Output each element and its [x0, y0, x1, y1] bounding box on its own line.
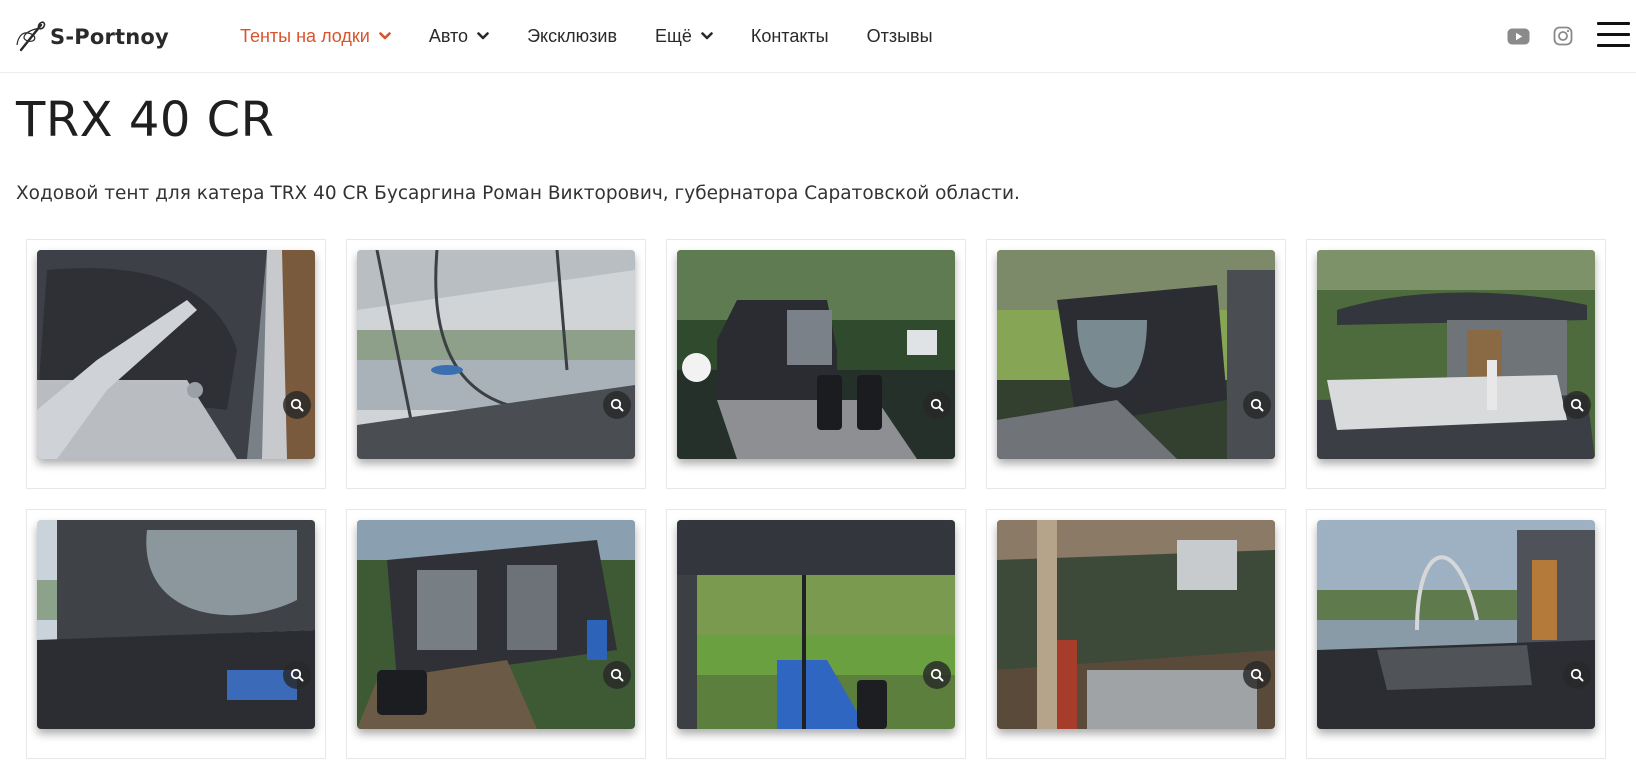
nav-label: Тенты на лодки: [240, 25, 370, 46]
nav-label: Ещё: [655, 25, 692, 46]
instagram-icon[interactable]: [1549, 24, 1577, 48]
nav-item-auto[interactable]: Авто: [429, 26, 489, 47]
magnifier-icon[interactable]: [283, 391, 311, 419]
gallery-item[interactable]: [1306, 239, 1606, 489]
gallery-item[interactable]: [26, 239, 326, 489]
magnifier-icon[interactable]: [1563, 661, 1591, 689]
chevron-down-icon: [477, 32, 489, 40]
gallery-photo[interactable]: [37, 520, 315, 729]
nav-item-more[interactable]: Ещё: [655, 26, 713, 47]
gallery-photo[interactable]: [1317, 520, 1595, 729]
magnifier-icon[interactable]: [603, 661, 631, 689]
gallery-photo[interactable]: [357, 520, 635, 729]
gallery-photo[interactable]: [1317, 250, 1595, 459]
gallery-photo[interactable]: [677, 520, 955, 729]
gallery-item[interactable]: [986, 509, 1286, 759]
magnifier-icon[interactable]: [1243, 661, 1271, 689]
nav-item-reviews[interactable]: Отзывы: [867, 26, 933, 47]
magnifier-icon[interactable]: [923, 391, 951, 419]
chevron-down-icon: [701, 32, 713, 40]
gallery-item[interactable]: [1306, 509, 1606, 759]
gallery-item[interactable]: [346, 239, 646, 489]
gallery-photo[interactable]: [37, 250, 315, 459]
youtube-icon[interactable]: [1504, 24, 1532, 48]
magnifier-icon[interactable]: [1563, 391, 1591, 419]
nav-label: Контакты: [750, 25, 829, 46]
gallery-item[interactable]: [346, 509, 646, 759]
gallery-item[interactable]: [666, 239, 966, 489]
gallery-item[interactable]: [666, 509, 966, 759]
site-logo[interactable]: S-Portnoy: [14, 19, 169, 55]
gallery-item[interactable]: [986, 239, 1286, 489]
gallery-photo[interactable]: [997, 250, 1275, 459]
gallery-photo[interactable]: [997, 520, 1275, 729]
menu-line: [1597, 22, 1630, 25]
needle-thread-icon: [16, 21, 46, 52]
main-nav: Тенты на лодки Авто Эксклюзив Ещё Контак…: [240, 22, 971, 50]
nav-label: Авто: [428, 25, 469, 46]
logo-text: S-Portnoy: [50, 25, 169, 49]
magnifier-icon[interactable]: [603, 391, 631, 419]
nav-label: Эксклюзив: [527, 25, 618, 46]
chevron-down-icon: [379, 32, 391, 40]
hamburger-menu-icon[interactable]: [1597, 22, 1630, 48]
magnifier-icon[interactable]: [923, 661, 951, 689]
page-description: Ходовой тент для катера TRX 40 CR Бусарг…: [16, 183, 1020, 204]
menu-line: [1597, 44, 1630, 47]
nav-item-boat-tents[interactable]: Тенты на лодки: [240, 26, 391, 47]
gallery-item[interactable]: [26, 509, 326, 759]
magnifier-icon[interactable]: [283, 661, 311, 689]
carousel-dot: [682, 353, 711, 382]
nav-item-contacts[interactable]: Контакты: [751, 26, 829, 47]
menu-line: [1597, 33, 1630, 36]
nav-item-exclusive[interactable]: Эксклюзив: [527, 26, 617, 47]
magnifier-icon[interactable]: [1243, 391, 1271, 419]
gallery-photo[interactable]: [357, 250, 635, 459]
page-title: TRX 40 CR: [16, 92, 275, 148]
gallery-photo[interactable]: [677, 250, 955, 459]
site-header: S-Portnoy Тенты на лодки Авто Эксклюзив …: [0, 0, 1636, 73]
nav-label: Отзывы: [866, 25, 933, 46]
